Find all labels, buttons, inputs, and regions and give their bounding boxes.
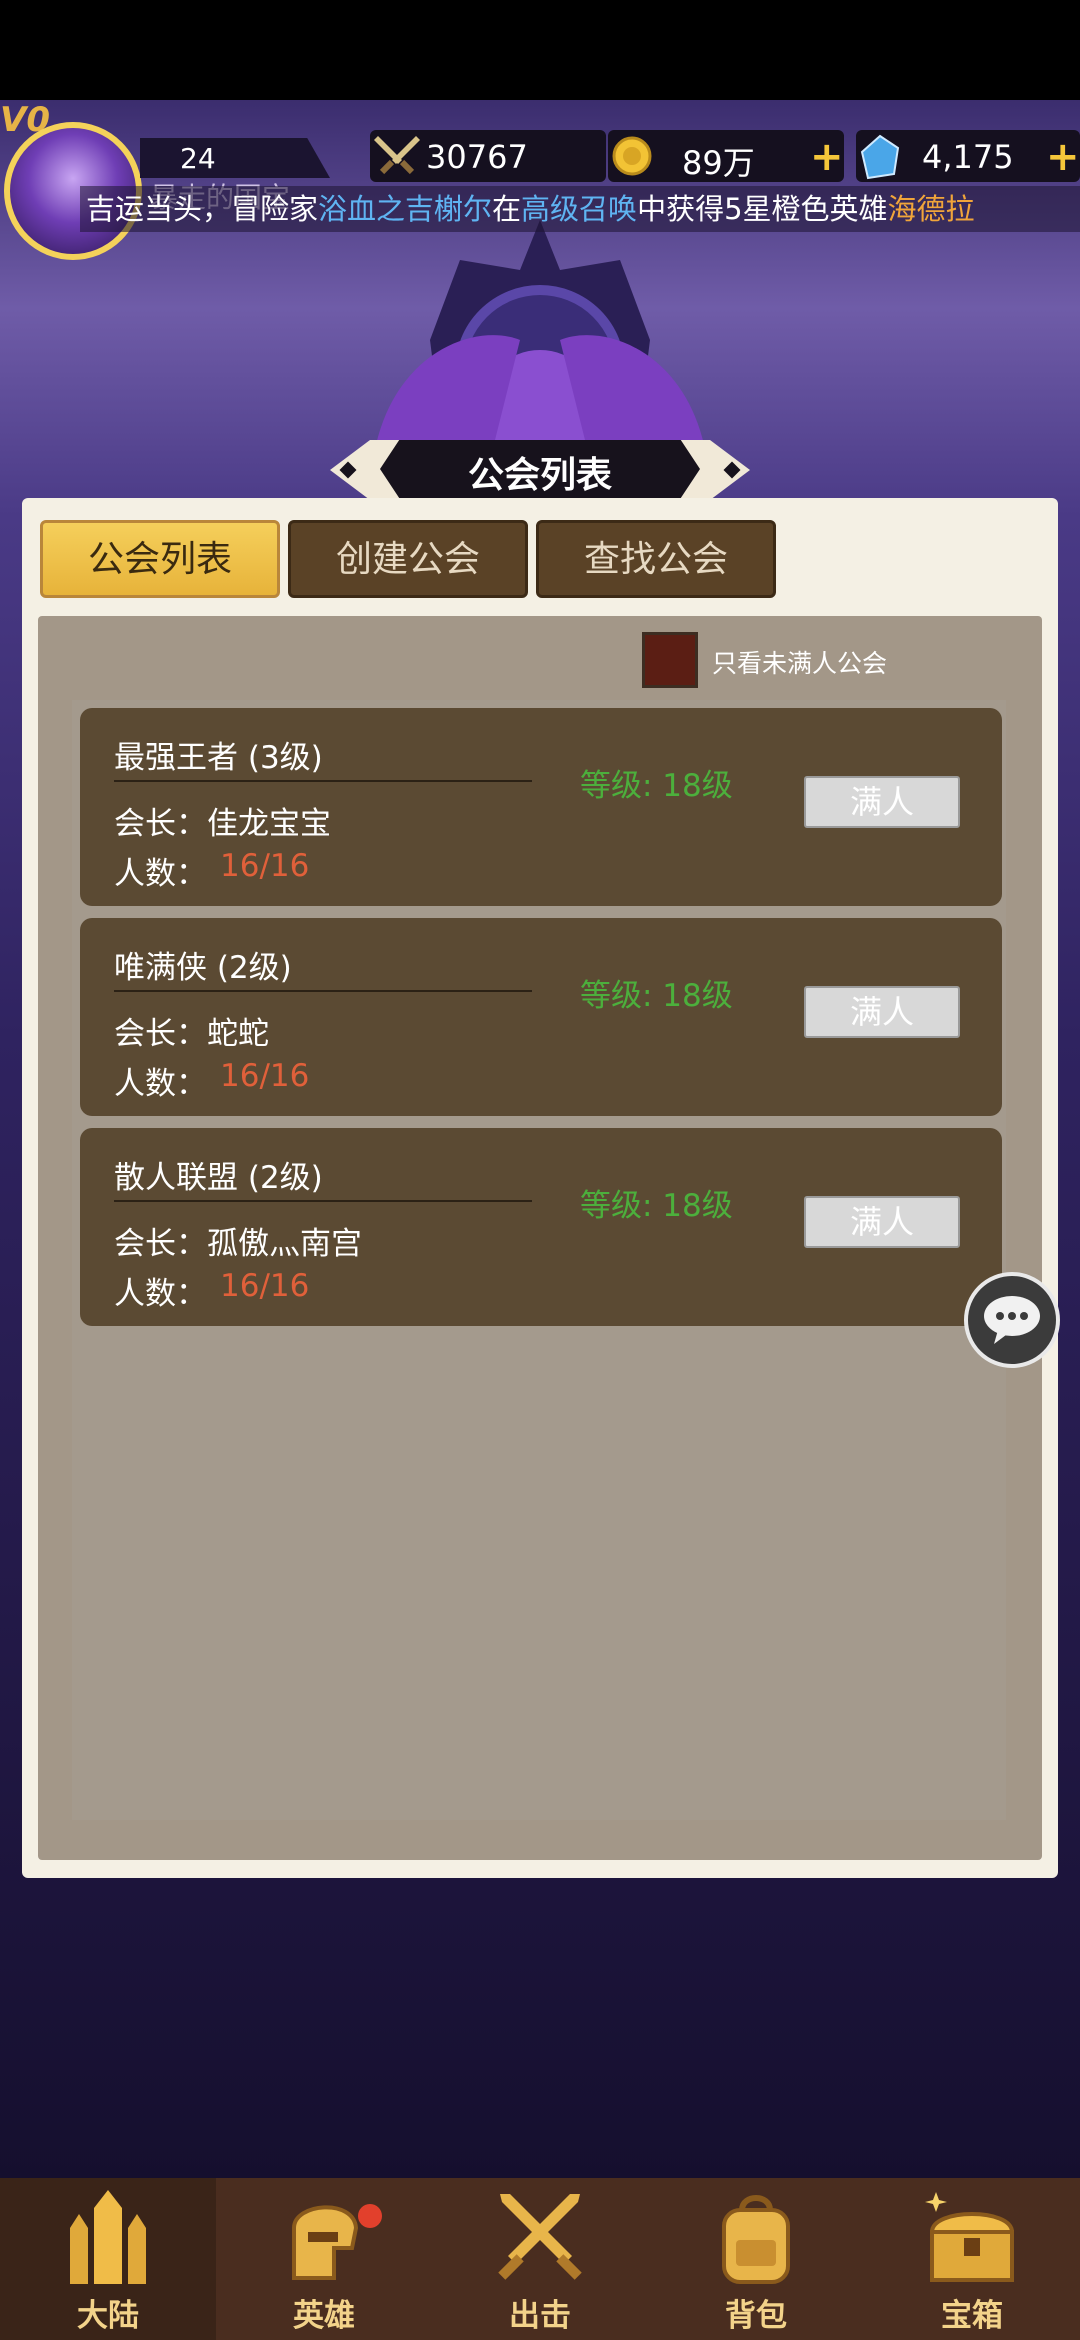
backpack-icon <box>722 2195 790 2284</box>
guild-name: 散人联盟 (2级) <box>114 1160 323 1196</box>
ticker-text-3: 中获得5星橙色英雄 <box>637 192 888 226</box>
notification-dot <box>358 2204 382 2228</box>
gold-value: 89万 <box>682 144 755 182</box>
guild-name: 最强王者 (3级) <box>114 740 323 776</box>
guild-card[interactable]: 散人联盟 (2级) 会长：孤傲灬南宫 人数： 16/16 等级: 18级 满人 <box>80 1128 1002 1326</box>
chat-bubble-icon <box>984 1296 1040 1344</box>
nav-label: 背包 <box>725 2298 787 2334</box>
guild-leader: 会长：蛇蛇 <box>114 1016 269 1052</box>
not-full-filter-checkbox[interactable] <box>642 632 698 688</box>
gem-value: 4,175 <box>922 138 1014 176</box>
tab-search-guild[interactable]: 查找公会 <box>536 520 776 598</box>
status-bar <box>0 0 1080 100</box>
full-button[interactable]: 满人 <box>804 776 960 828</box>
guild-level: 等级: 18级 <box>580 768 733 804</box>
guild-level: 等级: 18级 <box>580 978 733 1014</box>
nav-label: 大陆 <box>77 2298 139 2334</box>
gem-icon <box>860 134 900 180</box>
member-count-label: 人数： <box>114 856 207 892</box>
ticker-player: 浴血之吉榭尔 <box>318 192 493 226</box>
member-count: 16/16 <box>220 1268 310 1304</box>
nav-heroes[interactable]: 英雄 <box>216 2178 432 2340</box>
player-level: 24 <box>180 142 216 175</box>
power-display: 30767 <box>370 130 606 182</box>
guild-card[interactable]: 最强王者 (3级) 会长：佳龙宝宝 人数： 16/16 等级: 18级 满人 <box>80 708 1002 906</box>
gem-display: 4,175 + <box>856 130 1080 182</box>
guild-leader: 会长：佳龙宝宝 <box>114 806 331 842</box>
treasure-chest-icon <box>925 2192 1015 2282</box>
divider <box>114 990 532 992</box>
nav-label: 英雄 <box>293 2298 355 2334</box>
divider <box>114 780 532 782</box>
nav-continent[interactable]: 大陆 <box>0 2178 216 2340</box>
crossed-swords-power-icon <box>374 136 420 175</box>
member-count-label: 人数： <box>114 1066 207 1102</box>
gold-display: 89万 + <box>608 130 844 182</box>
nav-backpack[interactable]: 背包 <box>648 2178 864 2340</box>
page-title: 公会列表 <box>467 455 612 496</box>
add-gem-button[interactable]: + <box>1046 134 1080 180</box>
divider <box>114 1200 532 1202</box>
not-full-filter-label: 只看未满人公会 <box>712 649 888 678</box>
tab-create-guild[interactable]: 创建公会 <box>288 520 528 598</box>
nav-treasure[interactable]: 宝箱 <box>864 2178 1080 2340</box>
ticker-text-2: 在 <box>492 192 522 226</box>
chat-button[interactable] <box>964 1272 1060 1368</box>
guild-card[interactable]: 唯满侠 (2级) 会长：蛇蛇 人数： 16/16 等级: 18级 满人 <box>80 918 1002 1116</box>
ticker-hero: 海德拉 <box>887 192 975 226</box>
gold-coin-icon <box>612 136 652 176</box>
nav-label: 出击 <box>509 2298 571 2334</box>
ticker-text-1: 吉运当头，冒险家 <box>86 192 319 226</box>
power-value: 30767 <box>426 138 528 176</box>
add-gold-button[interactable]: + <box>810 134 844 180</box>
nav-battle[interactable]: 出击 <box>432 2178 648 2340</box>
nav-label: 宝箱 <box>941 2298 1003 2334</box>
member-count: 16/16 <box>220 1058 310 1094</box>
member-count-label: 人数： <box>114 1276 207 1312</box>
guild-level: 等级: 18级 <box>580 1188 733 1224</box>
full-button[interactable]: 满人 <box>804 986 960 1038</box>
full-button[interactable]: 满人 <box>804 1196 960 1248</box>
member-count: 16/16 <box>220 848 310 884</box>
helmet-icon <box>292 2205 359 2280</box>
ticker-source: 高级召唤 <box>521 192 638 226</box>
announcement-ticker: 吉运当头，冒险家浴血之吉榭尔在高级召唤中获得5星橙色英雄海德拉 <box>80 186 1080 232</box>
guild-leader: 会长：孤傲灬南宫 <box>114 1226 362 1262</box>
castle-icon <box>70 2190 146 2284</box>
crossed-swords-icon <box>498 2194 582 2280</box>
level-box <box>140 138 330 178</box>
tab-guild-list[interactable]: 公会列表 <box>40 520 280 598</box>
guild-name: 唯满侠 (2级) <box>114 950 292 986</box>
